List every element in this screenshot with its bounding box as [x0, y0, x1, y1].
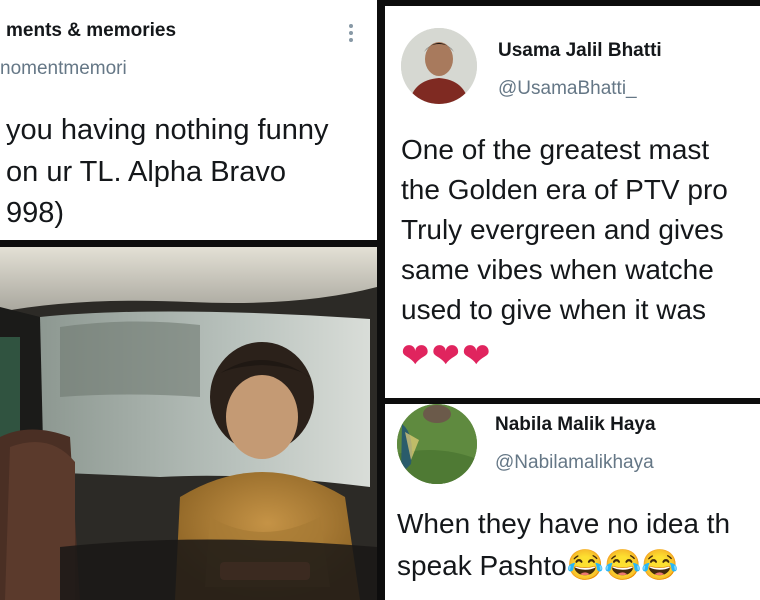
- tweet-text-line-with-emoji: speak Pashto😂😂😂: [397, 548, 679, 583]
- video-still-image: [0, 247, 377, 600]
- tweet-text-line: used to give when it was: [401, 294, 707, 325]
- profile-photo-icon: [397, 404, 477, 484]
- tweet-author-name[interactable]: ments & memories: [6, 20, 176, 42]
- heart-emojis: ❤❤❤: [401, 337, 493, 375]
- tweet-text-line: on ur TL. Alpha Bravo: [6, 156, 286, 188]
- tweet-text-line: When they have no idea th: [397, 508, 731, 539]
- tweet-author-handle[interactable]: @UsamaBhatti_: [498, 78, 637, 100]
- tweet-text-line: 998): [6, 197, 65, 229]
- laughing-emojis: 😂😂😂: [566, 549, 679, 582]
- tweet-card-usama[interactable]: Usama Jalil Bhatti @UsamaBhatti_ One of …: [385, 6, 760, 398]
- more-options-icon[interactable]: [349, 24, 353, 45]
- tweet-card-nabila[interactable]: Nabila Malik Haya @Nabilamalikhaya When …: [385, 404, 760, 600]
- avatar[interactable]: [401, 28, 477, 104]
- tweet-text: speak Pashto: [397, 550, 567, 581]
- avatar[interactable]: [397, 404, 477, 484]
- tweet-text-line: the Golden era of PTV pro: [401, 174, 728, 205]
- tweet-text-line: same vibes when watche: [401, 254, 714, 285]
- tweet-author-handle[interactable]: nomentmemori: [0, 58, 127, 80]
- tweet-card-left[interactable]: ments & memories nomentmemori you having…: [0, 0, 377, 240]
- tweet-text-line: you having nothing funny: [6, 114, 329, 146]
- tweet-text-line: One of the greatest mast: [401, 134, 710, 165]
- profile-photo-icon: [401, 28, 477, 104]
- car-scene-image: [0, 247, 377, 600]
- tweet-author-name[interactable]: Usama Jalil Bhatti: [498, 40, 662, 62]
- tweet-text-line: Truly evergreen and gives: [401, 214, 724, 245]
- tweet-author-name[interactable]: Nabila Malik Haya: [495, 414, 656, 436]
- tweet-author-handle[interactable]: @Nabilamalikhaya: [495, 452, 654, 474]
